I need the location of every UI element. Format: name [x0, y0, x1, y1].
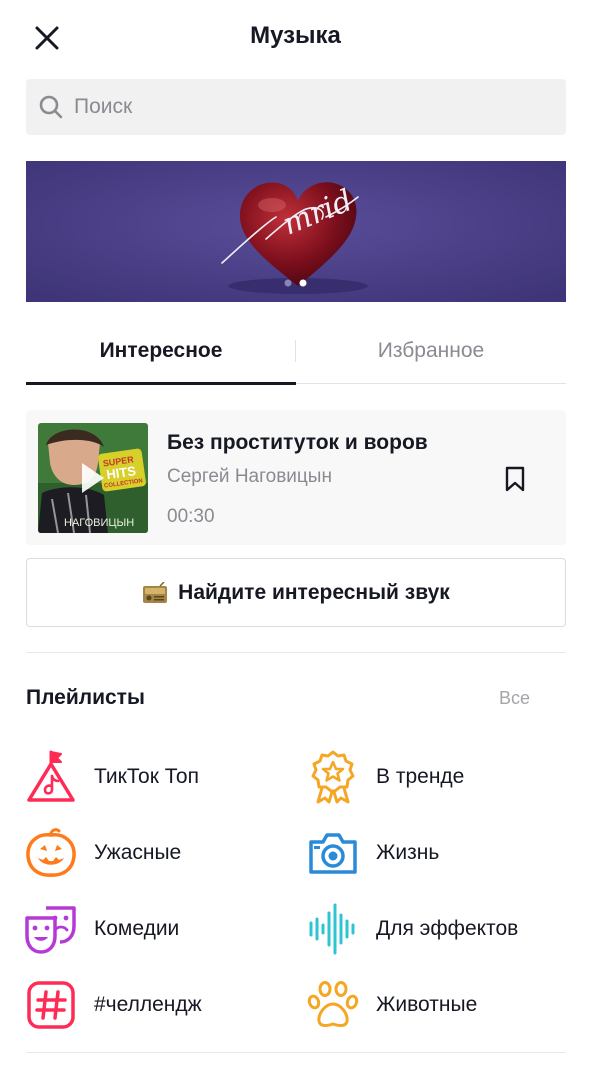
- tab-favorites[interactable]: Избранное: [296, 318, 566, 384]
- playlists-title: Плейлисты: [26, 686, 145, 709]
- favorite-button[interactable]: [499, 463, 531, 495]
- playlist-label: Ужасные: [94, 841, 182, 864]
- playlist-label: ТикТок Топ: [94, 765, 199, 788]
- track-card[interactable]: SUPER HITS COLLECTION НАГОВИЦЫН Без прос…: [26, 410, 566, 545]
- promo-banner[interactable]: mrid: [26, 161, 566, 302]
- header: Музыка: [0, 0, 591, 74]
- bookmark-icon: [505, 466, 525, 492]
- find-sound-button[interactable]: Найдите интересный звук: [26, 558, 566, 627]
- theater-masks-icon: [25, 906, 76, 954]
- bottom-divider: [26, 1052, 566, 1053]
- section-divider: [26, 652, 566, 653]
- find-sound-label: Найдите интересный звук: [178, 580, 450, 604]
- tab-bar: Интересное Избранное: [26, 318, 566, 385]
- playlists-all-link[interactable]: Все: [499, 688, 530, 709]
- search-icon: [39, 95, 63, 119]
- playlist-animals[interactable]: Животные: [306, 977, 556, 1033]
- playlist-challenge[interactable]: #челлендж: [24, 977, 274, 1033]
- music-sheet: Музыка Поиск mrid Интересное Избранное S…: [0, 0, 591, 1066]
- playlist-life[interactable]: Жизнь: [306, 825, 556, 881]
- playlist-tiktok-top[interactable]: ТикТок Топ: [24, 749, 274, 805]
- radio-icon: [143, 581, 168, 603]
- play-icon[interactable]: [38, 423, 148, 533]
- playlist-label: Для эффектов: [376, 917, 519, 940]
- tiktok-top-icon: [27, 750, 75, 802]
- sound-wave-icon: [309, 903, 355, 955]
- playlist-effects[interactable]: Для эффектов: [306, 901, 556, 957]
- page-title: Музыка: [250, 22, 341, 49]
- tab-interesting[interactable]: Интересное: [26, 318, 296, 384]
- track-artist: Сергей Наговицын: [167, 466, 332, 487]
- playlist-label: Комедии: [94, 917, 180, 940]
- playlist-comedy[interactable]: Комедии: [24, 901, 274, 957]
- playlist-label: #челлендж: [94, 993, 202, 1016]
- search-bar[interactable]: [26, 79, 566, 135]
- track-duration: 00:30: [167, 506, 215, 527]
- track-title: Без проституток и воров: [167, 431, 428, 454]
- track-cover[interactable]: SUPER HITS COLLECTION НАГОВИЦЫН: [38, 423, 148, 533]
- camera-icon: [309, 833, 357, 874]
- banner-pagination: [284, 279, 307, 287]
- playlist-label: Жизнь: [376, 841, 440, 864]
- playlist-label: Животные: [376, 993, 478, 1016]
- medal-star-icon: [311, 750, 355, 804]
- active-tab-indicator: [26, 382, 296, 385]
- playlist-label: В тренде: [376, 765, 465, 788]
- playlist-trending[interactable]: В тренде: [306, 749, 556, 805]
- playlist-horror[interactable]: Ужасные: [24, 825, 274, 881]
- search-input[interactable]: [74, 95, 534, 119]
- pumpkin-icon: [26, 828, 76, 877]
- paw-icon: [307, 981, 359, 1028]
- hashtag-icon: [27, 981, 75, 1029]
